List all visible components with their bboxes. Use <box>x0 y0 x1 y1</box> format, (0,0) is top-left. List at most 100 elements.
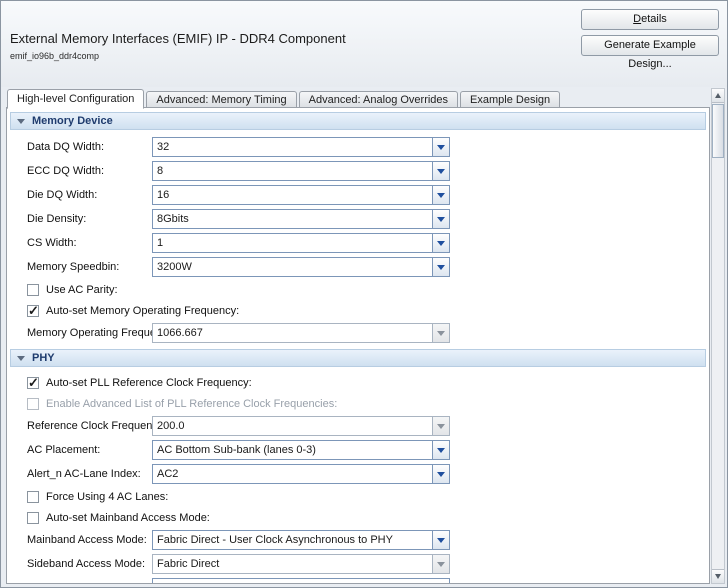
chevron-down-icon[interactable] <box>432 185 450 205</box>
combo-value[interactable]: AC2 <box>152 464 432 484</box>
section-title: Memory Device <box>32 115 113 127</box>
mainband-access-mode-dropdown[interactable]: Fabric Direct - User Clock Asynchronous … <box>152 530 450 550</box>
field-label: Die Density: <box>27 213 152 225</box>
combo-value[interactable]: 1 <box>152 233 432 253</box>
chevron-down-icon <box>432 554 450 574</box>
emif-parameter-editor-window: External Memory Interfaces (EMIF) IP - D… <box>0 0 728 588</box>
mainband-access-mode-row: Mainband Access Mode: Fabric Direct - Us… <box>27 528 709 552</box>
die-dq-width-row: Die DQ Width: 16 <box>27 183 709 207</box>
use-ac-parity-checkbox[interactable] <box>27 284 39 296</box>
data-dq-width-row: Data DQ Width: 32 <box>27 135 709 159</box>
ac-placement-row: AC Placement: AC Bottom Sub-bank (lanes … <box>27 438 709 462</box>
scrollbar-thumb[interactable] <box>712 104 724 158</box>
ac-placement-dropdown[interactable]: AC Bottom Sub-bank (lanes 0-3) <box>152 440 450 460</box>
collapse-icon <box>17 356 25 361</box>
use-ac-parity-row: Use AC Parity: <box>27 279 709 300</box>
chevron-down-icon[interactable] <box>432 137 450 157</box>
chevron-down-icon[interactable] <box>432 161 450 181</box>
alert-n-ac-lane-index-row: Alert_n AC-Lane Index: AC2 <box>27 462 709 486</box>
combo-value[interactable]: AC Bottom Sub-bank (lanes 0-3) <box>152 440 432 460</box>
combo-value[interactable]: 8 <box>152 161 432 181</box>
collapse-icon <box>17 119 25 124</box>
die-density-dropdown[interactable]: 8Gbits <box>152 209 450 229</box>
chevron-down-icon[interactable] <box>432 257 450 277</box>
tab-high-level-configuration[interactable]: High-level Configuration <box>7 89 144 109</box>
chevron-down-icon[interactable] <box>432 233 450 253</box>
scroll-up-button[interactable] <box>712 89 724 103</box>
instance-name: emif_io96b_ddr4comp <box>10 51 99 61</box>
checkbox-label: Force Using 4 AC Lanes: <box>46 491 168 503</box>
section-header-phy[interactable]: PHY <box>10 349 706 367</box>
checkbox-label: Auto-set Mainband Access Mode: <box>46 512 210 524</box>
field-label: Data DQ Width: <box>27 141 152 153</box>
auto-set-pll-reference-clock-frequency-checkbox[interactable] <box>27 377 39 389</box>
chevron-down-icon[interactable] <box>432 530 450 550</box>
combo-value[interactable]: 32 <box>152 137 432 157</box>
reference-clock-frequency-dropdown: 200.0 <box>152 416 450 436</box>
sideband-access-mode-row: Sideband Access Mode: Fabric Direct <box>27 552 709 576</box>
tab-content: Memory Device Data DQ Width: 32 ECC DQ W… <box>6 107 710 584</box>
cs-width-dropdown[interactable]: 1 <box>152 233 450 253</box>
memory-operating-frequency-dropdown: 1066.667 <box>152 323 450 343</box>
section-body: Data DQ Width: 32 ECC DQ Width: 8 <box>7 133 709 345</box>
tab-advanced-memory-timing[interactable]: Advanced: Memory Timing <box>146 91 296 108</box>
details-button[interactable]: Details <box>581 9 719 30</box>
tab-bar: High-level Configuration Advanced: Memor… <box>6 88 710 108</box>
section-header-memory-device[interactable]: Memory Device <box>10 112 706 130</box>
combo-value[interactable]: 16 <box>152 185 432 205</box>
data-dq-width-dropdown[interactable]: 32 <box>152 137 450 157</box>
section-title: PHY <box>32 352 55 364</box>
tab-advanced-analog-overrides[interactable]: Advanced: Analog Overrides <box>299 91 458 108</box>
tab-example-design[interactable]: Example Design <box>460 91 560 108</box>
field-label: Pin Swizzle Map: <box>27 582 152 584</box>
field-label: Memory Operating Frequency: <box>27 327 152 339</box>
auto-set-mainband-access-mode-row: Auto-set Mainband Access Mode: <box>27 507 709 528</box>
field-label: AC Placement: <box>27 444 152 456</box>
force-using-4-ac-lanes-checkbox[interactable] <box>27 491 39 503</box>
chevron-down-icon[interactable] <box>432 464 450 484</box>
combo-value[interactable]: 3200W <box>152 257 432 277</box>
field-label: CS Width: <box>27 237 152 249</box>
pin-swizzle-map-input[interactable] <box>152 578 450 584</box>
chevron-down-icon[interactable] <box>432 209 450 229</box>
memory-operating-frequency-row: Memory Operating Frequency: 1066.667 <box>27 321 709 345</box>
sideband-access-mode-dropdown: Fabric Direct <box>152 554 450 574</box>
auto-set-memory-operating-frequency-checkbox[interactable] <box>27 305 39 317</box>
reference-clock-frequency-row: Reference Clock Frequency: 200.0 <box>27 414 709 438</box>
enable-advanced-pll-list-row: Enable Advanced List of PLL Reference Cl… <box>27 393 709 414</box>
memory-speedbin-row: Memory Speedbin: 3200W <box>27 255 709 279</box>
checkbox-label: Use AC Parity: <box>46 284 118 296</box>
auto-set-pll-reference-clock-frequency-row: Auto-set PLL Reference Clock Frequency: <box>27 372 709 393</box>
combo-value: 1066.667 <box>152 323 432 343</box>
auto-set-mainband-access-mode-checkbox[interactable] <box>27 512 39 524</box>
chevron-down-icon <box>432 323 450 343</box>
force-using-4-ac-lanes-row: Force Using 4 AC Lanes: <box>27 486 709 507</box>
auto-set-memory-operating-frequency-row: Auto-set Memory Operating Frequency: <box>27 300 709 321</box>
field-label: Alert_n AC-Lane Index: <box>27 468 152 480</box>
combo-value[interactable]: 8Gbits <box>152 209 432 229</box>
ecc-dq-width-dropdown[interactable]: 8 <box>152 161 450 181</box>
combo-value: 200.0 <box>152 416 432 436</box>
alert-n-ac-lane-index-dropdown[interactable]: AC2 <box>152 464 450 484</box>
combo-value[interactable]: Fabric Direct - User Clock Asynchronous … <box>152 530 432 550</box>
header: External Memory Interfaces (EMIF) IP - D… <box>1 1 727 87</box>
enable-advanced-pll-list-checkbox <box>27 398 39 410</box>
arrow-down-icon <box>715 574 721 579</box>
field-label: Reference Clock Frequency: <box>27 420 152 432</box>
page-title: External Memory Interfaces (EMIF) IP - D… <box>10 31 346 46</box>
section-body: Auto-set PLL Reference Clock Frequency: … <box>7 370 709 584</box>
field-label: Die DQ Width: <box>27 189 152 201</box>
chevron-down-icon <box>432 416 450 436</box>
pin-swizzle-map-row: Pin Swizzle Map: <box>27 576 709 584</box>
vertical-scrollbar[interactable] <box>711 88 725 584</box>
checkbox-label: Enable Advanced List of PLL Reference Cl… <box>46 398 337 410</box>
section-phy: PHY Auto-set PLL Reference Clock Frequen… <box>7 349 709 584</box>
checkbox-label: Auto-set Memory Operating Frequency: <box>46 305 239 317</box>
field-label: Memory Speedbin: <box>27 261 152 273</box>
chevron-down-icon[interactable] <box>432 440 450 460</box>
generate-example-design-button[interactable]: Generate Example Design... <box>581 35 719 56</box>
die-dq-width-dropdown[interactable]: 16 <box>152 185 450 205</box>
memory-speedbin-dropdown[interactable]: 3200W <box>152 257 450 277</box>
arrow-up-icon <box>715 93 721 98</box>
scroll-down-button[interactable] <box>712 569 724 583</box>
